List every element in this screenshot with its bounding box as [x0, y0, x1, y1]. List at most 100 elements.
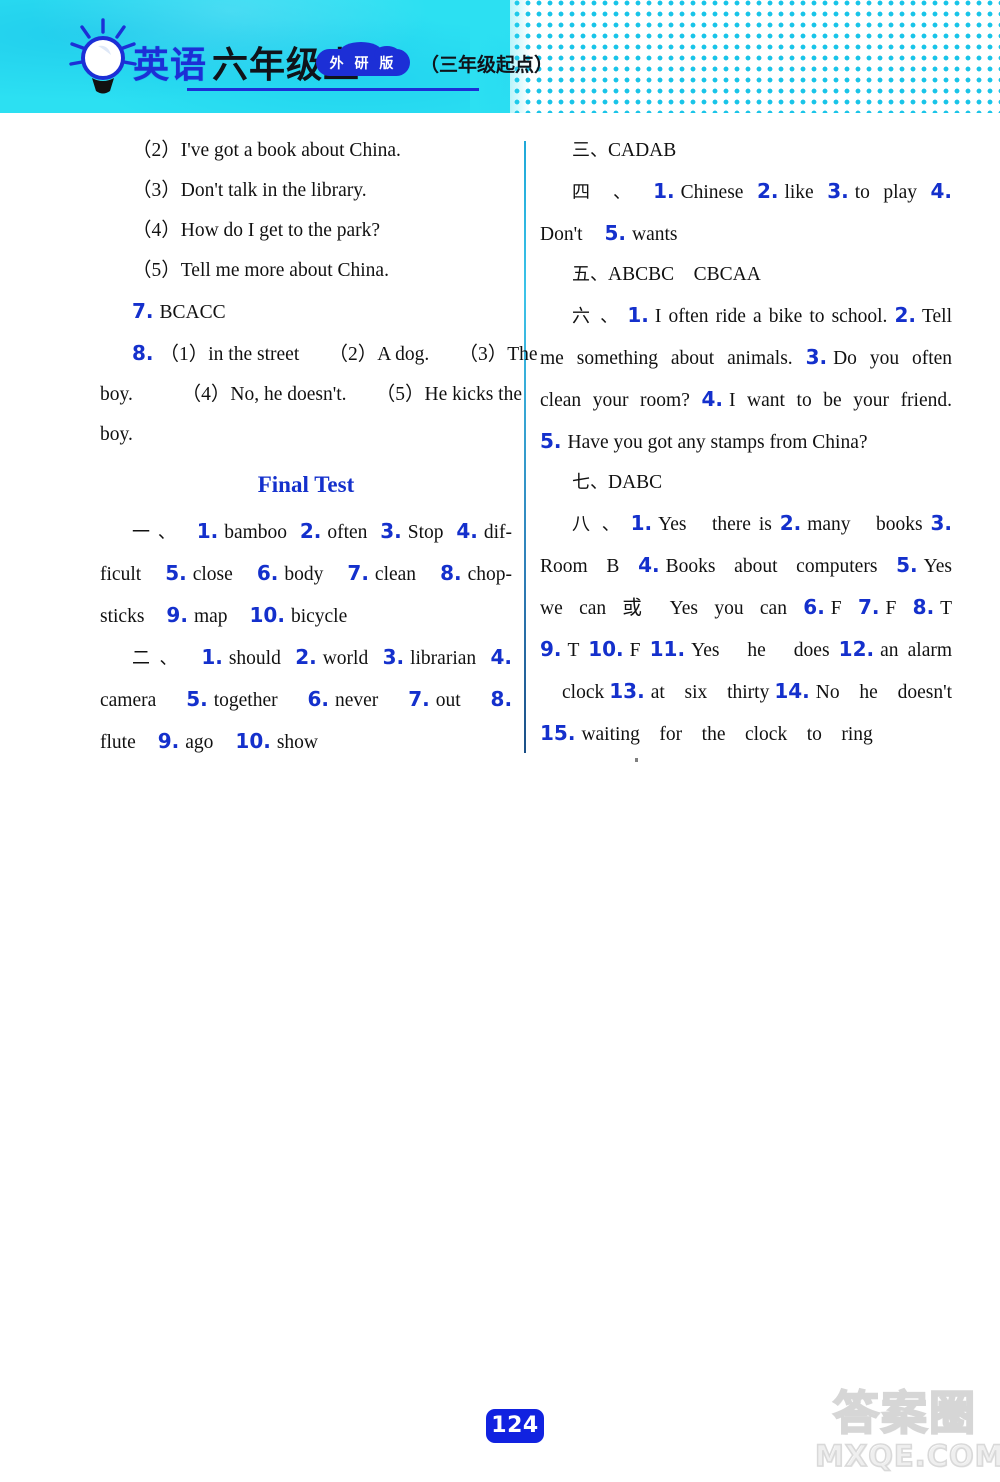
- item-text: T: [940, 598, 953, 619]
- answer-line: （5）Tell me more about China.: [132, 260, 389, 281]
- item-text: world: [322, 648, 369, 669]
- item-text: dif-: [483, 522, 513, 543]
- edition-badge: 外 研 版: [316, 42, 410, 78]
- section-marker: 一、: [132, 522, 184, 543]
- section-2-line-2: camera 5. together 6. never 7. out 8.: [100, 679, 512, 721]
- item-number: 11.: [649, 637, 686, 661]
- item-text: at six thirty: [650, 682, 770, 703]
- item-text: ago: [185, 732, 214, 753]
- item-number: 3.: [382, 645, 405, 669]
- item-text: Books about computers: [665, 556, 878, 577]
- item-text: BCACC: [159, 302, 226, 323]
- item-number: 2.: [756, 179, 779, 203]
- item-text: CADAB: [608, 140, 677, 161]
- item-text: F: [830, 598, 842, 619]
- item-text: close: [192, 564, 233, 585]
- item-number: 4.: [456, 519, 478, 543]
- item-text: never: [335, 690, 379, 711]
- lightbulb-icon: [69, 18, 137, 94]
- item-number: 5.: [186, 687, 208, 711]
- item-number: 6.: [256, 561, 279, 585]
- item-text: waiting for the clock to ring: [581, 724, 873, 745]
- item-text: like: [784, 182, 814, 203]
- item-text: together: [213, 690, 278, 711]
- item-text: I want to be your friend.: [728, 390, 952, 411]
- item-number: 7.: [132, 299, 154, 323]
- item-number: 4.: [490, 645, 513, 669]
- item-number: 9.: [157, 729, 180, 753]
- item-number: 8.: [490, 687, 513, 711]
- item-text: flute: [100, 732, 136, 753]
- item-number: 1.: [627, 303, 649, 327]
- item-text: map: [193, 606, 228, 627]
- section-8-line-3: we can 或 Yes you can 6. F 7. F 8. T: [540, 595, 953, 619]
- item-number: 12.: [838, 637, 875, 661]
- item-number: 13.: [609, 679, 645, 703]
- item-text: F: [629, 640, 641, 661]
- section-marker: 四 、: [572, 182, 640, 203]
- item-text: DABC: [608, 472, 663, 493]
- item-number: 3.: [805, 345, 828, 369]
- answer-item-7: 7. BCACC: [100, 291, 512, 333]
- section-3-line: 三、CADAB: [540, 131, 952, 171]
- section-5-line: 五、ABCBC CBCAA: [540, 255, 952, 295]
- item-number: 9.: [166, 603, 188, 627]
- item-text: Yes there is: [658, 514, 772, 535]
- item-number: 1.: [196, 519, 219, 543]
- section-marker: 五、: [572, 264, 608, 285]
- item-number: 1.: [630, 511, 653, 535]
- right-column: 三、CADAB 四 、 1. Chinese 2. like 3. to play 4…: [540, 131, 952, 755]
- item-text: often: [327, 522, 368, 543]
- section-6-line-2: me something about animals. 3. Do you oft…: [540, 345, 953, 369]
- item-text: Stop: [407, 522, 444, 543]
- item-number: 7.: [857, 595, 880, 619]
- item-text: bamboo: [224, 522, 288, 543]
- item-text: Chinese: [680, 182, 744, 203]
- item-text: many books: [807, 514, 923, 535]
- item-text: camera: [100, 690, 157, 711]
- page-number-badge: 124: [486, 1409, 544, 1443]
- answer-line: （2）I've got a book about China.: [132, 140, 401, 161]
- header-subject-title: 英语: [133, 45, 208, 86]
- section-4-line-1: 四 、 1. Chinese 2. like 3. to play 4.: [540, 171, 952, 213]
- item-number: 4.: [930, 179, 952, 203]
- item-number: 2.: [295, 645, 317, 669]
- item-text: I often ride a bike to school.: [654, 306, 888, 327]
- item-text: No he doesn't: [815, 682, 952, 703]
- item-number: 10.: [588, 637, 624, 661]
- item-number: 5.: [896, 553, 918, 577]
- section-1-line-1: 一、 1. bamboo 2. often 3. Stop 4. dif-: [100, 511, 512, 553]
- item-number: 2.: [779, 511, 802, 535]
- item-text: F: [885, 598, 897, 619]
- answer-item-8-cont: boy.: [100, 424, 133, 445]
- section-marker: 八 、: [572, 514, 623, 535]
- item-number: 2.: [894, 303, 916, 327]
- final-test-heading: Final Test: [257, 472, 355, 497]
- section-8-line-6: 15. waiting for the clock to ring: [540, 713, 952, 755]
- section-1-line-2: ficult 5. close 6. body 7. clean 8. chop-: [100, 553, 512, 595]
- item-number: 7.: [408, 687, 430, 711]
- answer-item-8-cont: boy. （4）No, he doesn't. （5）He kicks the: [100, 384, 522, 405]
- item-number: 6.: [803, 595, 825, 619]
- section-marker: 七、: [572, 472, 608, 493]
- section-6-line-3: clean your room? 4. I want to be your fri…: [540, 387, 952, 411]
- item-number: 14.: [774, 679, 810, 703]
- item-number: 8.: [440, 561, 462, 585]
- section-8-line-4: 9. T 10. F 11. Yes he does 12. an alarm: [540, 637, 953, 661]
- section-2-line-3: flute 9. ago 10. show: [100, 721, 512, 763]
- item-number: 5.: [165, 561, 187, 585]
- page-header-banner: 英语 六年级上 外 研 版 （三年级起点）: [0, 0, 1000, 113]
- item-text: T: [567, 640, 580, 661]
- column-divider: [524, 141, 526, 753]
- item-number: 7.: [347, 561, 369, 585]
- section-8-line-5: clock 13. at six thirty 14. No he doesn't: [562, 679, 952, 703]
- item-number: 9.: [540, 637, 562, 661]
- section-marker: 六 、: [572, 306, 621, 327]
- answer-key-content: （2）I've got a book about China. （3）Don't…: [0, 113, 1000, 813]
- section-6-line-4: 5. Have you got any stamps from China?: [540, 421, 952, 463]
- item-number: 5.: [604, 221, 627, 245]
- item-text: ABCBC CBCAA: [608, 264, 761, 285]
- item-text: （1）in the street （2）A dog. （3）The: [159, 344, 538, 365]
- item-text: librarian: [410, 648, 477, 669]
- item-number: 10.: [235, 729, 271, 753]
